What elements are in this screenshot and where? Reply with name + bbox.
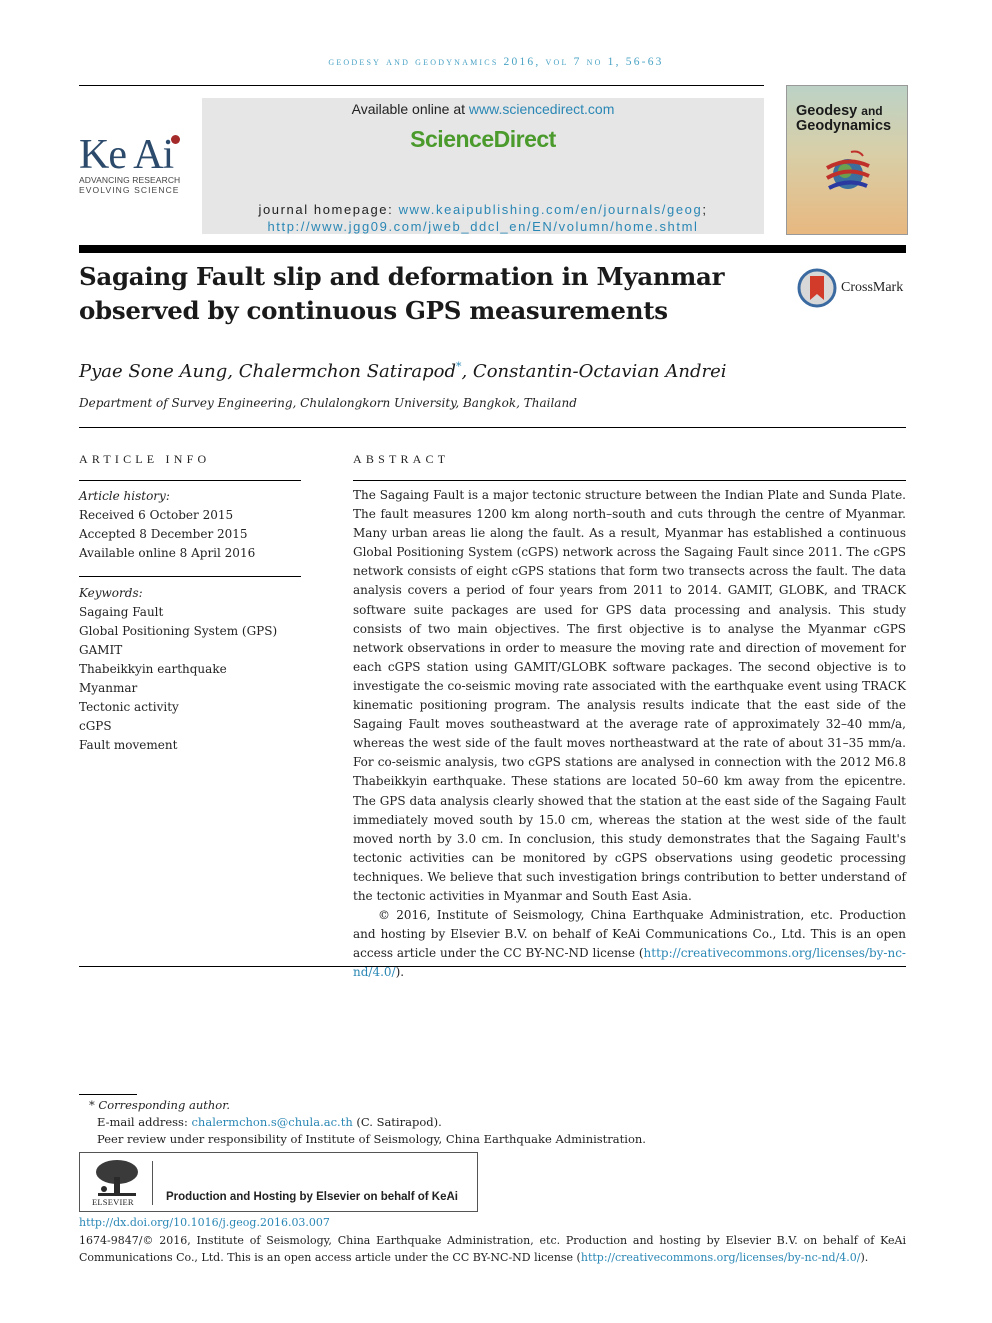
author-name[interactable]: Pyae Sone Aung xyxy=(79,361,227,382)
section-rule xyxy=(79,427,906,428)
available-online: Available online at www.sciencedirect.co… xyxy=(351,101,615,117)
abstract-heading: ABSTRACT xyxy=(353,452,450,466)
issn-license-link[interactable]: http://creativecommons.org/licenses/by-n… xyxy=(581,1251,861,1264)
keai-logo[interactable]: Ke Ai ADVANCING RESEARCH EVOLVING SCIENC… xyxy=(79,134,189,195)
history-item: Received 6 October 2015 xyxy=(79,508,234,522)
author-list: Pyae Sone Aung, Chalermchon Satirapod*, … xyxy=(79,360,727,382)
keyword-item: Tectonic activity xyxy=(79,700,179,714)
abstract-body: The Sagaing Fault is a major tectonic st… xyxy=(353,486,906,982)
author-name[interactable]: Constantin-Octavian Andrei xyxy=(473,361,727,382)
running-head: Geodesy and Geodynamics 2016, Vol 7 No 1… xyxy=(328,56,664,68)
header-rule xyxy=(79,85,764,86)
keyword-item: Myanmar xyxy=(79,681,138,695)
doi-link[interactable]: http://dx.doi.org/10.1016/j.geog.2016.03… xyxy=(79,1216,330,1229)
keyword-item: cGPS xyxy=(79,719,112,733)
keai-tagline-2: EVOLVING SCIENCE xyxy=(79,185,180,195)
abstract-rule xyxy=(353,480,906,481)
article-info-heading: ARTICLE INFO xyxy=(79,452,211,466)
journal-homepage: journal homepage: www.keaipublishing.com… xyxy=(258,202,708,234)
keyword-item: Sagaing Fault xyxy=(79,605,164,619)
abstract-bottom-rule xyxy=(79,966,906,967)
elsevier-tree-icon xyxy=(96,1160,138,1196)
sciencedirect-link[interactable]: www.sciencedirect.com xyxy=(469,101,615,117)
keyword-item: Global Positioning System (GPS) xyxy=(79,624,278,638)
homepage-link-keai[interactable]: www.keaipublishing.com/en/journals/geog xyxy=(399,202,703,217)
article-history: Article history: Received 6 October 2015… xyxy=(79,487,255,563)
keywords: Keywords: Sagaing Fault Global Positioni… xyxy=(79,584,277,755)
crossmark-label: CrossMark xyxy=(841,280,904,295)
email-link[interactable]: chalermchon.s@chula.ac.th xyxy=(191,1115,352,1129)
elsevier-hosting-box: ELSEVIER Production and Hosting by Elsev… xyxy=(79,1152,478,1212)
keyword-item: GAMIT xyxy=(79,643,123,657)
journal-cover[interactable]: Geodesy and Geodynamics xyxy=(786,85,908,235)
author-name[interactable]: Chalermchon Satirapod xyxy=(239,361,456,382)
homepage-link-jgg[interactable]: http://www.jgg09.com/jweb_ddcl_en/EN/vol… xyxy=(267,219,698,234)
cover-title: Geodesy and Geodynamics xyxy=(796,103,892,134)
elsevier-divider xyxy=(152,1161,153,1205)
keywords-label: Keywords: xyxy=(79,586,143,600)
corresponding-author-label: Corresponding author. xyxy=(98,1098,231,1112)
elsevier-hosting-text: Production and Hosting by Elsevier on be… xyxy=(166,1191,459,1203)
peer-review-note: Peer review under responsibility of Inst… xyxy=(97,1132,646,1146)
history-item: Accepted 8 December 2015 xyxy=(79,527,248,541)
abstract-text: The Sagaing Fault is a major tectonic st… xyxy=(353,488,906,903)
globe-icon xyxy=(826,150,870,190)
affiliation: Department of Survey Engineering, Chulal… xyxy=(79,396,577,410)
article-info-rule xyxy=(79,480,301,481)
sciencedirect-brand[interactable]: ScienceDirect xyxy=(202,126,764,153)
crossmark-badge[interactable]: CrossMark xyxy=(797,268,903,308)
issn-copyright: 1674-9847/© 2016, Institute of Seismolog… xyxy=(79,1234,906,1264)
abstract-copyright: © 2016, Institute of Seismology, China E… xyxy=(353,908,906,980)
keai-dot-icon xyxy=(171,135,180,144)
history-label: Article history: xyxy=(79,489,170,503)
title-rule xyxy=(79,245,906,253)
keyword-item: Thabeikkyin earthquake xyxy=(79,662,227,676)
crossmark-icon xyxy=(797,268,837,308)
article-title: Sagaing Fault slip and deformation in My… xyxy=(79,262,725,325)
history-item: Available online 8 April 2016 xyxy=(79,546,256,560)
elsevier-wordmark: ELSEVIER xyxy=(92,1197,134,1207)
footnotes: * Corresponding author. E-mail address: … xyxy=(79,1097,646,1148)
footnote-rule xyxy=(79,1094,137,1095)
keyword-item: Fault movement xyxy=(79,738,178,752)
keywords-rule xyxy=(79,576,301,577)
